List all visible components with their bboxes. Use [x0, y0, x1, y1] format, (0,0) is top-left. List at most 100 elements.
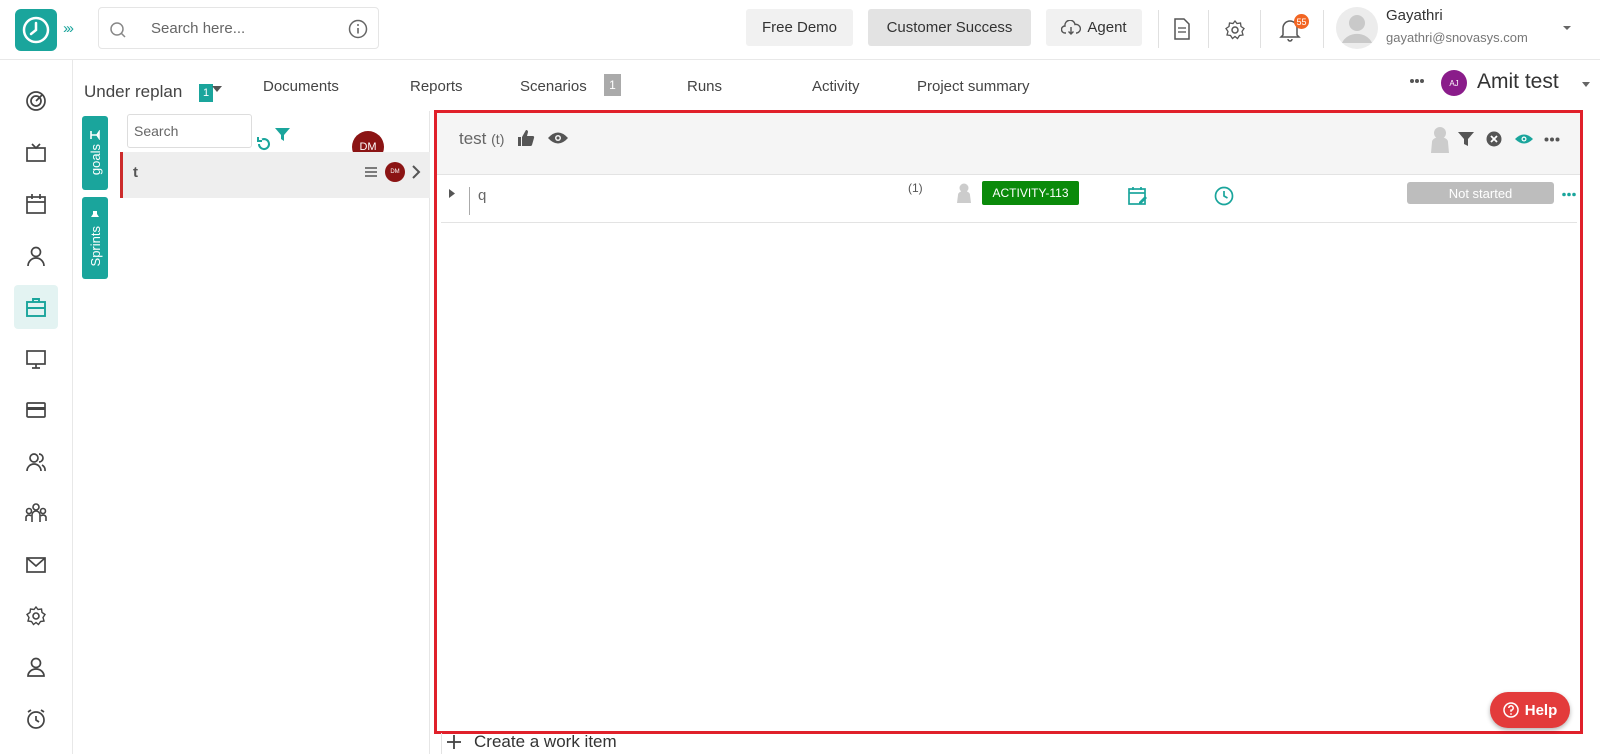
nav-dashboard[interactable]	[14, 79, 58, 123]
alarm-icon	[27, 709, 45, 729]
pin-icon	[91, 210, 99, 221]
nav-settings[interactable]	[14, 594, 58, 638]
sprints-tab-label: Sprints	[87, 225, 103, 267]
status-badge[interactable]: Not started	[1407, 182, 1554, 204]
expand-menu-icon[interactable]: ›››	[63, 20, 74, 37]
customer-success-button[interactable]: Customer Success	[868, 9, 1031, 46]
free-demo-button[interactable]: Free Demo	[746, 9, 853, 46]
more-options-icon[interactable]	[1409, 78, 1425, 84]
tab-project-summary[interactable]: Project summary	[917, 78, 1030, 95]
nav-mail[interactable]	[14, 543, 58, 587]
search-icon	[110, 22, 126, 38]
goals-tab-label: goals	[87, 144, 103, 176]
work-item-name[interactable]: q	[469, 187, 486, 215]
left-nav	[0, 60, 73, 754]
clock-icon[interactable]	[1214, 186, 1234, 206]
user-icon	[27, 246, 45, 267]
chevron-right-icon[interactable]	[411, 164, 421, 180]
eye-icon[interactable]	[547, 131, 569, 145]
nav-users[interactable]	[14, 440, 58, 484]
mail-icon	[26, 557, 46, 573]
settings-icon[interactable]	[1224, 19, 1246, 41]
expand-triangle-icon[interactable]	[449, 189, 455, 198]
document-icon[interactable]	[1172, 18, 1192, 40]
goal-tag: (t)	[491, 131, 505, 147]
nav-team[interactable]	[14, 491, 58, 535]
tab-documents[interactable]: Documents	[263, 78, 339, 95]
goal-title-text: test	[459, 129, 487, 148]
activity-id-badge[interactable]: ACTIVITY-113	[982, 181, 1079, 205]
create-work-item-button[interactable]: Create a work item	[446, 732, 617, 752]
nav-profile[interactable]	[14, 645, 58, 689]
goal-title: test (t)	[459, 129, 504, 149]
goal-owner-avatar: DM	[385, 162, 405, 182]
nav-projects[interactable]	[14, 285, 58, 329]
refresh-icon[interactable]	[256, 136, 272, 152]
goal-label: t	[133, 164, 138, 181]
user-name[interactable]: Gayathri	[1386, 7, 1443, 24]
nav-tv[interactable]	[14, 131, 58, 175]
divider	[1260, 10, 1261, 48]
tab-activity[interactable]: Activity	[812, 78, 860, 95]
chevron-down-icon[interactable]	[1581, 81, 1591, 88]
agent-label: Agent	[1087, 19, 1127, 36]
sprints-tab[interactable]: Sprints	[82, 197, 108, 279]
monitor-icon	[26, 350, 46, 369]
under-replan-label[interactable]: Under replan	[84, 82, 182, 102]
search-input[interactable]: Search here...	[151, 20, 245, 37]
question-icon	[1502, 702, 1519, 718]
create-work-item-label: Create a work item	[474, 732, 617, 751]
tab-runs[interactable]: Runs	[687, 78, 722, 95]
more-options-icon[interactable]	[1562, 192, 1576, 197]
goals-tab[interactable]: goals	[82, 116, 108, 190]
nav-calendar[interactable]	[14, 182, 58, 226]
divider	[1158, 10, 1159, 48]
user-avatar[interactable]	[1336, 7, 1378, 49]
team-icon	[25, 503, 47, 522]
tab-scenarios[interactable]: Scenarios	[520, 78, 587, 95]
tab-reports[interactable]: Reports	[410, 78, 463, 95]
more-options-icon[interactable]	[1544, 137, 1560, 142]
briefcase-icon	[26, 298, 46, 317]
assignee-avatar-icon[interactable]	[1429, 125, 1451, 155]
filter-icon[interactable]	[275, 127, 290, 142]
goal-detail-panel: test (t) q (1) ACTIVITY-113 Not started	[434, 110, 1583, 734]
project-name-selector[interactable]: Amit test	[1477, 70, 1559, 94]
calendar-icon	[26, 194, 46, 214]
nav-billing[interactable]	[14, 388, 58, 432]
subtask-count: (1)	[908, 181, 923, 195]
tv-icon	[26, 143, 46, 162]
nav-user[interactable]	[14, 234, 58, 278]
menu-icon[interactable]	[365, 166, 377, 178]
cloud-download-icon	[1061, 19, 1082, 35]
info-icon[interactable]	[348, 19, 368, 39]
agent-button[interactable]: Agent	[1046, 9, 1142, 46]
goal-list-item[interactable]: t DM	[120, 152, 430, 198]
clear-filter-icon[interactable]	[1486, 131, 1502, 147]
global-search[interactable]: Search here...	[98, 7, 379, 49]
project-avatar: AJ	[1441, 70, 1467, 96]
plus-icon	[447, 735, 461, 749]
eye-icon[interactable]	[1514, 133, 1534, 145]
filter-icon[interactable]	[1458, 131, 1474, 147]
notification-count-badge: 55	[1294, 14, 1309, 29]
calendar-edit-icon[interactable]	[1128, 186, 1148, 206]
clock-logo-icon	[22, 16, 50, 44]
goal-search-input[interactable]: Search	[127, 114, 252, 148]
app-logo[interactable]	[15, 9, 57, 51]
divider	[441, 733, 442, 754]
nav-alarm[interactable]	[14, 697, 58, 741]
top-bar: ››› Search here... Free Demo Customer Su…	[0, 0, 1600, 60]
user-email: gayathri@snovasys.com	[1386, 30, 1528, 45]
chevron-down-icon[interactable]	[1562, 24, 1572, 32]
caret-down-icon[interactable]	[212, 85, 222, 93]
thumbs-up-icon[interactable]	[517, 129, 535, 147]
under-replan-count-badge: 1	[199, 84, 213, 102]
goal-header: test (t)	[437, 113, 1580, 175]
help-button[interactable]: Help	[1490, 692, 1570, 728]
scenarios-count-badge: 1	[604, 74, 621, 96]
work-item-row[interactable]: q (1) ACTIVITY-113 Not started	[441, 175, 1577, 223]
assignee-avatar-icon[interactable]	[956, 182, 972, 204]
nav-monitor[interactable]	[14, 337, 58, 381]
divider	[1208, 10, 1209, 48]
